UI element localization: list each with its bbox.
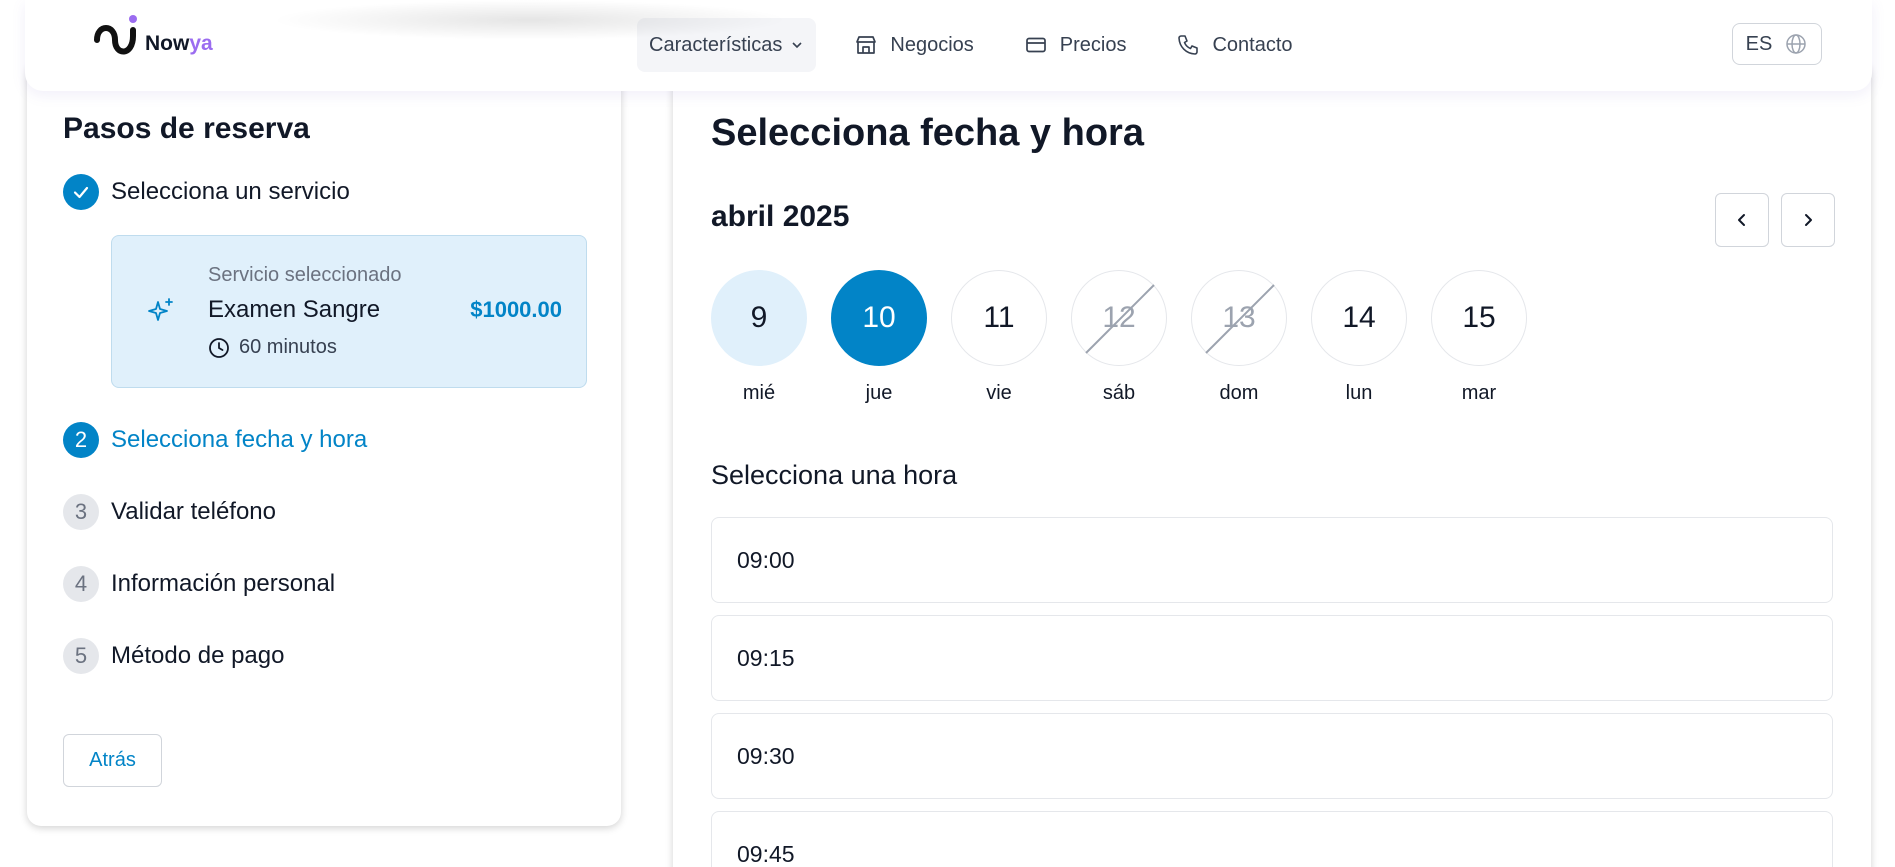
- main-nav: Características Negocios Precios Contact…: [637, 18, 1331, 72]
- chevron-right-icon: [1805, 214, 1812, 226]
- step-personal-info[interactable]: 4 Información personal: [63, 566, 335, 602]
- steps-title: Pasos de reserva: [63, 112, 310, 145]
- step-number: 2: [63, 422, 99, 458]
- day-15[interactable]: 15 mar: [1431, 270, 1527, 405]
- step-validate-phone[interactable]: 3 Validar teléfono: [63, 494, 276, 530]
- step-number: 5: [63, 638, 99, 674]
- clock-icon: [209, 337, 229, 358]
- time-heading: Selecciona una hora: [711, 460, 958, 490]
- back-button[interactable]: Atrás: [63, 734, 162, 787]
- sparkles-icon: [148, 298, 173, 321]
- prev-week-button[interactable]: [1715, 193, 1769, 247]
- step-label: Validar teléfono: [111, 498, 276, 525]
- section-title: Selecciona fecha y hora: [711, 112, 1144, 154]
- step-label: Selecciona un servicio: [111, 178, 350, 205]
- page: Nowya Características Negocios Precios C…: [0, 0, 1895, 867]
- store-icon: [856, 36, 877, 54]
- nav-business-label: Negocios: [890, 33, 974, 56]
- day-11[interactable]: 11 vie: [951, 270, 1047, 405]
- step-number: 3: [63, 494, 99, 530]
- service-caption: Servicio seleccionado: [208, 264, 402, 286]
- day-9[interactable]: 9 mié: [711, 270, 807, 405]
- day-number: 14: [1311, 270, 1407, 366]
- step-payment-method[interactable]: 5 Método de pago: [63, 638, 284, 674]
- day-number-disabled: 12: [1071, 270, 1167, 366]
- duration-text: 60 minutos: [239, 336, 337, 358]
- check-icon: [63, 174, 99, 210]
- step-label: Información personal: [111, 570, 336, 597]
- top-navbar: Nowya Características Negocios Precios C…: [25, 0, 1872, 91]
- nav-features-label: Características: [649, 33, 783, 56]
- step-label: Método de pago: [111, 642, 285, 669]
- next-week-button[interactable]: [1781, 193, 1835, 247]
- date-time-panel: Selecciona fecha y hora abril 2025 9 mié…: [673, 60, 1871, 867]
- globe-icon: [1786, 34, 1807, 54]
- day-number: 15: [1431, 270, 1527, 366]
- step-select-date[interactable]: 2 Selecciona fecha y hora: [63, 422, 367, 458]
- chevron-down-icon: [792, 42, 802, 49]
- time-slot[interactable]: 09:15: [711, 615, 1833, 701]
- strikethrough-icon: [1085, 284, 1155, 354]
- service-duration: 60 minutos: [208, 336, 337, 359]
- nav-pricing-label: Precios: [1059, 33, 1127, 56]
- nav-contact[interactable]: Contacto: [1164, 18, 1304, 72]
- day-12: 12 sáb: [1071, 270, 1167, 405]
- language-selector[interactable]: ES: [1732, 23, 1822, 65]
- service-price: $1000.00: [470, 297, 562, 322]
- nav-pricing[interactable]: Precios: [1012, 18, 1139, 72]
- time-slot[interactable]: 09:45: [711, 811, 1833, 867]
- day-13: 13 dom: [1191, 270, 1287, 405]
- booking-steps-panel: Pasos de reserva Selecciona un servicio …: [27, 60, 621, 826]
- selected-service-card: Servicio seleccionado Examen Sangre $100…: [111, 235, 587, 388]
- day-number: 9: [711, 270, 807, 366]
- nav-features[interactable]: Características: [637, 18, 817, 72]
- day-name: jue: [865, 382, 893, 404]
- logo-mark-icon: [94, 15, 137, 55]
- day-number: 10: [831, 270, 927, 366]
- strikethrough-icon: [1205, 284, 1275, 354]
- month-label: abril 2025: [711, 200, 850, 233]
- nav-business[interactable]: Negocios: [842, 18, 985, 72]
- step-number: 4: [63, 566, 99, 602]
- service-name: Examen Sangre: [208, 296, 381, 323]
- day-name: sáb: [1102, 382, 1136, 404]
- day-14[interactable]: 14 lun: [1311, 270, 1407, 405]
- day-10[interactable]: 10 jue: [831, 270, 927, 405]
- time-slot[interactable]: 09:30: [711, 713, 1833, 799]
- language-label: ES: [1745, 32, 1773, 55]
- day-number-disabled: 13: [1191, 270, 1287, 366]
- step-select-service[interactable]: Selecciona un servicio: [63, 174, 350, 210]
- day-name: vie: [986, 382, 1012, 404]
- day-name: mar: [1461, 382, 1497, 404]
- time-slot[interactable]: 09:00: [711, 517, 1833, 603]
- step-label: Selecciona fecha y hora: [111, 426, 368, 453]
- nav-contact-label: Contacto: [1212, 33, 1293, 56]
- day-name: mié: [742, 382, 776, 404]
- logo-text: Nowya: [145, 32, 213, 55]
- credit-card-icon: [1025, 37, 1046, 53]
- day-name: lun: [1345, 382, 1373, 404]
- day-name: dom: [1219, 382, 1259, 404]
- chevron-left-icon: [1738, 214, 1745, 226]
- day-number: 11: [951, 270, 1047, 366]
- phone-icon: [1178, 35, 1199, 55]
- logo[interactable]: Nowya: [93, 14, 213, 64]
